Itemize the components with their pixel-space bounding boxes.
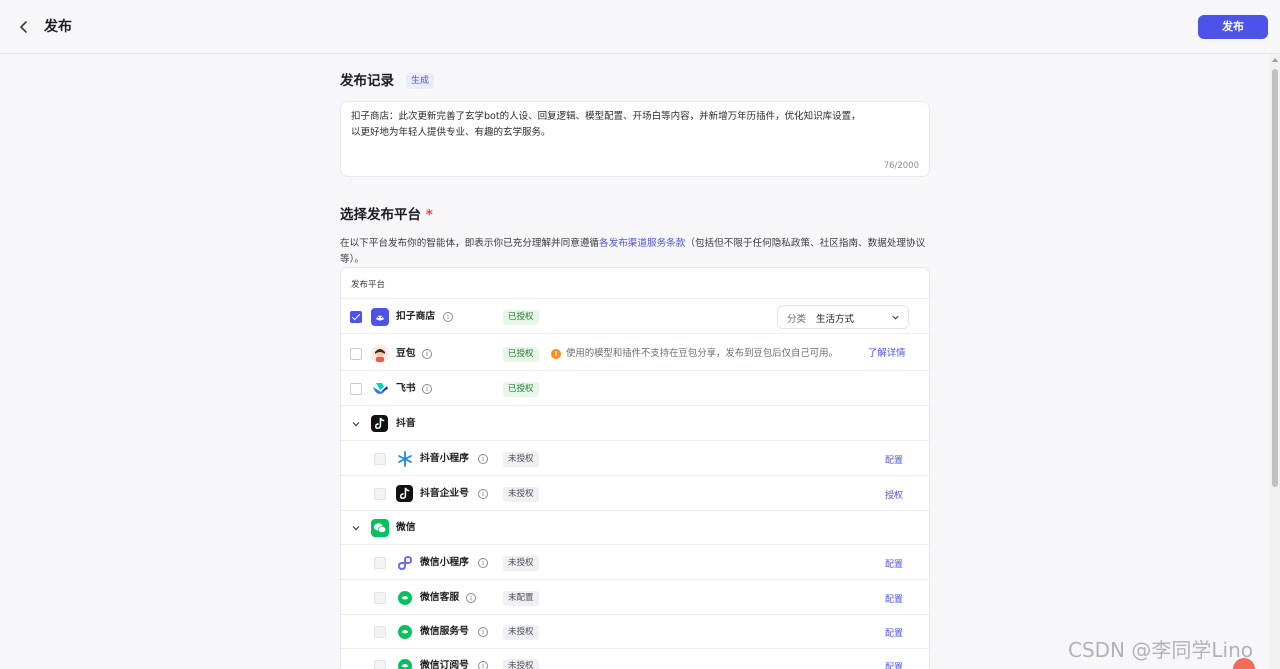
table-header: 发布平台 xyxy=(341,268,929,299)
status-badge: 未授权 xyxy=(503,556,539,571)
back-arrow-icon[interactable] xyxy=(14,17,34,37)
info-icon[interactable]: i xyxy=(478,627,488,637)
category-value: 生活方式 xyxy=(816,314,855,325)
desc-text-before: 在以下平台发布你的智能体，即表示你已充分理解并同意遵循 xyxy=(340,238,600,249)
platform-name: 抖音小程序 xyxy=(420,453,469,464)
record-text-line-1: 扣子商店：此次更新完善了玄学bot的人设、回复逻辑、模型配置、开场白等内容，并新… xyxy=(351,111,861,122)
platform-name: 抖音企业号 xyxy=(420,488,469,499)
platform-row-douyin-mini: 抖音小程序 i 未授权 配置 xyxy=(341,442,929,476)
platform-group-douyin[interactable]: 抖音 xyxy=(341,407,929,441)
configure-link[interactable]: 配置 xyxy=(885,592,903,605)
platform-row-feishu: 飞书 i 已授权 xyxy=(341,372,929,406)
configure-link[interactable]: 配置 xyxy=(885,660,903,669)
doubao-icon xyxy=(371,345,389,363)
status-badge: 已授权 xyxy=(503,347,539,362)
platform-title-text: 选择发布平台 xyxy=(340,207,421,223)
record-section-title: 发布记录 xyxy=(340,73,394,89)
platform-name: 微信客服 xyxy=(420,592,460,603)
wechat-icon xyxy=(371,519,389,537)
platform-section-title: 选择发布平台 * xyxy=(340,206,433,224)
platform-name: 微信小程序 xyxy=(420,557,469,568)
info-icon[interactable]: i xyxy=(443,312,453,322)
status-badge: 未授权 xyxy=(503,452,539,467)
wechat-miniprogram-icon xyxy=(396,554,414,572)
platform-table: 发布平台 扣子商店 i 已授权 分类 生活方式 豆包 i 已授权 ! 使用的模型… xyxy=(340,267,930,669)
platform-row-doubao: 豆包 i 已授权 ! 使用的模型和插件不支持在豆包分享，发布到豆包后仅自己可用。… xyxy=(341,337,929,371)
record-textarea[interactable]: 扣子商店：此次更新完善了玄学bot的人设、回复逻辑、模型配置、开场白等内容，并新… xyxy=(340,101,930,177)
checkbox-wechat-official[interactable] xyxy=(374,626,386,638)
chevron-down-icon xyxy=(892,315,899,320)
required-mark: * xyxy=(425,207,433,223)
status-badge: 未授权 xyxy=(503,625,539,640)
wechat-subscription-icon xyxy=(396,657,414,669)
wechat-service-icon xyxy=(396,589,414,607)
watermark: CSDN @李同学Lino xyxy=(1068,638,1253,662)
checkbox-feishu[interactable] xyxy=(350,383,362,395)
douyin-icon xyxy=(371,415,388,432)
platform-row-douyin-enterprise: 抖音企业号 i 未授权 授权 xyxy=(341,477,929,511)
category-select[interactable]: 分类 生活方式 xyxy=(777,305,909,329)
checkbox-wechat-mini[interactable] xyxy=(374,557,386,569)
service-terms-link[interactable]: 各发布渠道服务条款 xyxy=(599,238,685,249)
checkbox-wechat-service[interactable] xyxy=(374,592,386,604)
info-icon[interactable]: i xyxy=(478,454,488,464)
info-icon[interactable]: i xyxy=(478,661,488,669)
checkbox-wechat-subscription[interactable] xyxy=(374,660,386,669)
checkbox-douyin-mini[interactable] xyxy=(374,453,386,465)
platform-group-wechat[interactable]: 微信 xyxy=(341,511,929,545)
platform-row-wechat-subscription: 微信订阅号 i 未授权 配置 xyxy=(341,649,929,669)
configure-link[interactable]: 配置 xyxy=(885,626,903,639)
chevron-down-icon[interactable] xyxy=(351,419,361,429)
platform-row-wechat-mini: 微信小程序 i 未授权 配置 xyxy=(341,546,929,580)
char-count: 76/2000 xyxy=(883,161,919,171)
platform-row-wechat-service: 微信客服 i 未配置 配置 xyxy=(341,581,929,615)
doubao-warning: 使用的模型和插件不支持在豆包分享，发布到豆包后仅自己可用。 xyxy=(566,348,838,359)
checkbox-doubao[interactable] xyxy=(350,348,362,360)
authorize-link[interactable]: 授权 xyxy=(885,488,903,501)
status-badge: 已授权 xyxy=(503,310,539,325)
feishu-icon xyxy=(371,380,389,398)
info-icon[interactable]: i xyxy=(422,384,432,394)
configure-link[interactable]: 配置 xyxy=(885,557,903,570)
learn-more-link[interactable]: 了解详情 xyxy=(868,347,906,361)
record-text: 扣子商店：此次更新完善了玄学bot的人设、回复逻辑、模型配置、开场白等内容，并新… xyxy=(351,109,919,141)
platform-name: 飞书 xyxy=(396,383,416,394)
info-icon[interactable]: i xyxy=(422,349,432,359)
platform-row-coze: 扣子商店 i 已授权 分类 生活方式 xyxy=(341,300,929,334)
group-name: 微信 xyxy=(396,522,416,533)
group-name: 抖音 xyxy=(396,418,416,429)
generate-button[interactable]: 生成 xyxy=(406,73,435,89)
checkbox-coze[interactable] xyxy=(350,311,362,323)
chevron-down-icon[interactable] xyxy=(351,523,361,533)
info-icon[interactable]: i xyxy=(478,558,488,568)
top-bar: 发布 发布 xyxy=(0,0,1280,54)
platform-description: 在以下平台发布你的智能体，即表示你已充分理解并同意遵循各发布渠道服务条款（包括但… xyxy=(340,236,935,268)
warning-icon: ! xyxy=(551,349,561,359)
douyin-miniprogram-icon xyxy=(396,450,414,468)
platform-name: 豆包 xyxy=(396,348,416,359)
info-icon[interactable]: i xyxy=(478,489,488,499)
category-label: 分类 xyxy=(787,314,807,325)
configure-link[interactable]: 配置 xyxy=(885,453,903,466)
info-icon[interactable]: i xyxy=(466,593,476,603)
douyin-enterprise-icon xyxy=(396,485,413,502)
status-badge: 已授权 xyxy=(503,382,539,397)
record-text-line-2: 以更好地为年轻人提供专业、有趣的玄学服务。 xyxy=(351,127,551,138)
platform-name: 扣子商店 xyxy=(396,311,436,322)
page-title: 发布 xyxy=(44,19,72,35)
status-badge: 未配置 xyxy=(503,591,539,606)
status-badge: 未授权 xyxy=(503,659,539,669)
wechat-official-icon xyxy=(396,623,414,641)
scrollbar-thumb[interactable] xyxy=(1272,69,1278,487)
status-badge: 未授权 xyxy=(503,487,539,502)
checkbox-douyin-enterprise[interactable] xyxy=(374,488,386,500)
platform-row-wechat-official: 微信服务号 i 未授权 配置 xyxy=(341,615,929,649)
publish-button[interactable]: 发布 xyxy=(1198,15,1268,39)
scroll-up-arrow-icon[interactable] xyxy=(1272,58,1278,62)
platform-name: 微信服务号 xyxy=(420,626,469,637)
platform-name: 微信订阅号 xyxy=(420,660,469,669)
coze-store-icon xyxy=(371,308,389,326)
